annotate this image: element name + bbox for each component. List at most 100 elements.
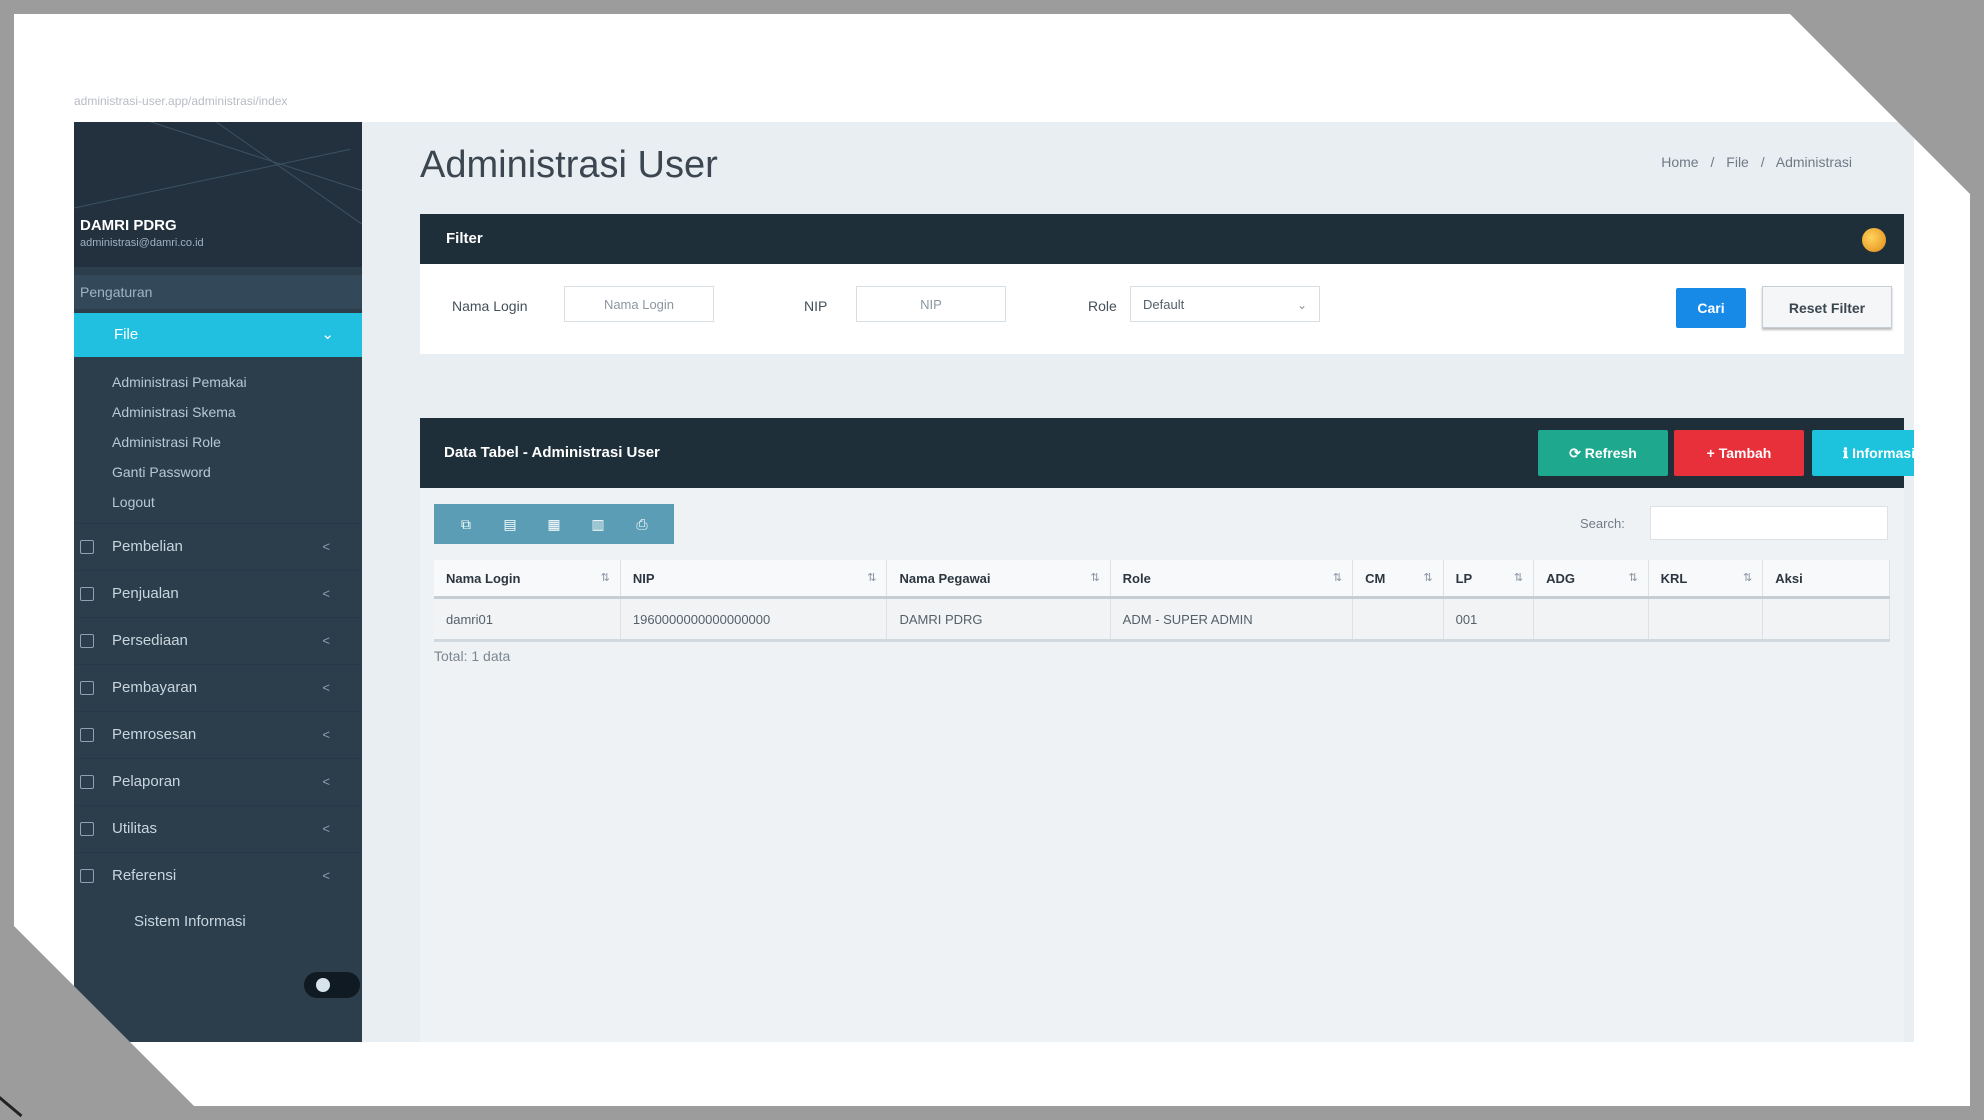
column-header[interactable]: KRL ⇅	[1648, 560, 1764, 599]
sidebar-item-label: Pembayaran	[112, 679, 198, 696]
excel-icon[interactable]: ▦	[539, 511, 569, 537]
sidebar-item-persediaan[interactable]: Persediaan <	[74, 617, 362, 664]
paper-fold-corner	[1790, 14, 1970, 194]
app-screen: DAMRI PDRG administrasi@damri.co.id Peng…	[74, 122, 1914, 1042]
chevron-down-icon: ⌄	[321, 326, 334, 343]
pdf-icon[interactable]: ▥	[583, 511, 613, 537]
print-icon[interactable]: ⎙	[627, 511, 657, 537]
csv-icon[interactable]: ▤	[495, 511, 525, 537]
sidebar-item-referensi[interactable]: Referensi <	[74, 852, 362, 899]
brand-subtitle: administrasi@damri.co.id	[80, 237, 204, 249]
sidebar-item-utilitas[interactable]: Utilitas <	[74, 805, 362, 852]
sidebar-item-label: Pembelian	[112, 538, 183, 555]
chevron-left-icon: <	[322, 727, 330, 742]
table-cell: 001	[1443, 597, 1535, 642]
chevron-left-icon: <	[322, 680, 330, 695]
table-cell: 1960000000000000000	[620, 597, 888, 642]
data-panel-title: Data Tabel - Administrasi User	[444, 444, 660, 461]
login-input[interactable]: Nama Login	[564, 286, 714, 322]
sidebar-item-label: File	[114, 326, 139, 343]
submenu-ganti-password[interactable]: Ganti Password	[74, 457, 362, 487]
submenu-administrasi-pemakai[interactable]: Administrasi Pemakai	[74, 367, 362, 397]
menu-icon	[80, 587, 94, 601]
breadcrumb-home[interactable]: Home	[1661, 154, 1698, 170]
submenu-administrasi-role[interactable]: Administrasi Role	[74, 427, 362, 457]
reset-filter-button[interactable]: Reset Filter	[1762, 286, 1892, 328]
menu-icon	[80, 822, 94, 836]
chevron-left-icon: <	[322, 821, 330, 836]
login-label: Nama Login	[452, 298, 528, 314]
menu-icon	[80, 775, 94, 789]
column-header[interactable]: ADG ⇅	[1533, 560, 1649, 599]
sort-icon: ⇅	[600, 572, 610, 584]
toggle-knob-icon	[316, 978, 330, 992]
menu-icon	[80, 728, 94, 742]
table-header-row: Nama Login ⇅ NIP ⇅ Nama Pegawai ⇅ Role ⇅ CM ⇅…	[434, 560, 1890, 599]
breadcrumb-section[interactable]: File	[1726, 154, 1749, 170]
paper-fold-corner	[14, 926, 194, 1106]
sidebar-item-label: Pemrosesan	[112, 726, 197, 743]
sidebar-item-pembayaran[interactable]: Pembayaran <	[74, 664, 362, 711]
table-cell: DAMRI PDRG	[886, 597, 1111, 642]
column-header[interactable]: Nama Pegawai ⇅	[886, 560, 1111, 599]
decorative-line	[142, 122, 362, 255]
sort-icon: ⇅	[867, 572, 877, 584]
sort-icon: ⇅	[1332, 572, 1343, 584]
submenu-logout[interactable]: Logout	[74, 487, 362, 517]
sort-icon: ⇅	[1743, 572, 1753, 584]
column-header-label: NIP	[632, 570, 655, 586]
table-cell	[1762, 597, 1890, 642]
chevron-left-icon: <	[322, 586, 330, 601]
sidebar-collapse-toggle[interactable]	[304, 972, 360, 998]
role-select[interactable]: Default ⌄	[1130, 286, 1320, 322]
user-table: Nama Login ⇅ NIP ⇅ Nama Pegawai ⇅ Role ⇅ CM ⇅…	[434, 560, 1890, 642]
column-header[interactable]: LP ⇅	[1443, 560, 1535, 599]
submenu-administrasi-skema[interactable]: Administrasi Skema	[74, 397, 362, 427]
sidebar-item-file[interactable]: File ⌄	[74, 313, 362, 357]
column-header: Aksi	[1762, 560, 1890, 599]
column-header-label: CM	[1365, 570, 1386, 586]
chevron-left-icon: <	[322, 539, 330, 554]
info-button[interactable]: ℹ Informasi	[1812, 430, 1914, 476]
filter-panel-header: Filter	[420, 214, 1904, 264]
page-title: Administrasi User	[420, 144, 718, 186]
menu-icon	[80, 681, 94, 695]
breadcrumb-separator: /	[1760, 154, 1765, 170]
decorative-line	[74, 148, 351, 217]
sort-icon: ⇅	[1090, 572, 1100, 584]
column-header[interactable]: CM ⇅	[1352, 560, 1444, 599]
sidebar-item-pemrosesan[interactable]: Pemrosesan <	[74, 711, 362, 758]
copy-icon[interactable]: ⧉	[451, 511, 481, 537]
nav-section-header: Pengaturan	[74, 275, 362, 309]
browser-url: administrasi-user.app/administrasi/index	[74, 94, 288, 108]
brand-header: DAMRI PDRG administrasi@damri.co.id	[74, 122, 362, 267]
column-header-label: ADG	[1546, 570, 1575, 586]
sidebar-item-pembelian[interactable]: Pembelian <	[74, 523, 362, 570]
table-search-input[interactable]	[1650, 506, 1888, 540]
column-header[interactable]: Role ⇅	[1110, 560, 1354, 599]
collapse-icon[interactable]	[1862, 228, 1886, 252]
column-header-label: Role	[1122, 570, 1151, 586]
refresh-button[interactable]: ⟳ Refresh	[1538, 430, 1668, 476]
column-header-label: KRL	[1660, 570, 1688, 586]
table-cell	[1352, 597, 1444, 642]
sidebar-item-penjualan[interactable]: Penjualan <	[74, 570, 362, 617]
export-toolbar: ⧉ ▤ ▦ ▥ ⎙	[434, 504, 674, 544]
breadcrumb-separator: /	[1710, 154, 1715, 170]
sort-icon: ⇅	[1423, 572, 1433, 584]
chevron-down-icon: ⌄	[1296, 298, 1307, 312]
filter-panel-title: Filter	[446, 230, 483, 247]
brand-name: DAMRI PDRG	[80, 217, 177, 234]
nip-input[interactable]: NIP	[856, 286, 1006, 322]
table-row[interactable]: damri01 1960000000000000000 DAMRI PDRG A…	[434, 597, 1890, 642]
search-button[interactable]: Cari	[1676, 288, 1746, 328]
sidebar-item-pelaporan[interactable]: Pelaporan <	[74, 758, 362, 805]
column-header[interactable]: Nama Login ⇅	[434, 560, 621, 599]
nip-label: NIP	[804, 298, 828, 314]
table-cell	[1648, 597, 1764, 642]
table-cell: damri01	[434, 597, 621, 642]
column-header-label: LP	[1455, 570, 1473, 586]
column-header[interactable]: NIP ⇅	[620, 560, 888, 599]
add-button[interactable]: + Tambah	[1674, 430, 1804, 476]
menu-icon	[80, 634, 94, 648]
